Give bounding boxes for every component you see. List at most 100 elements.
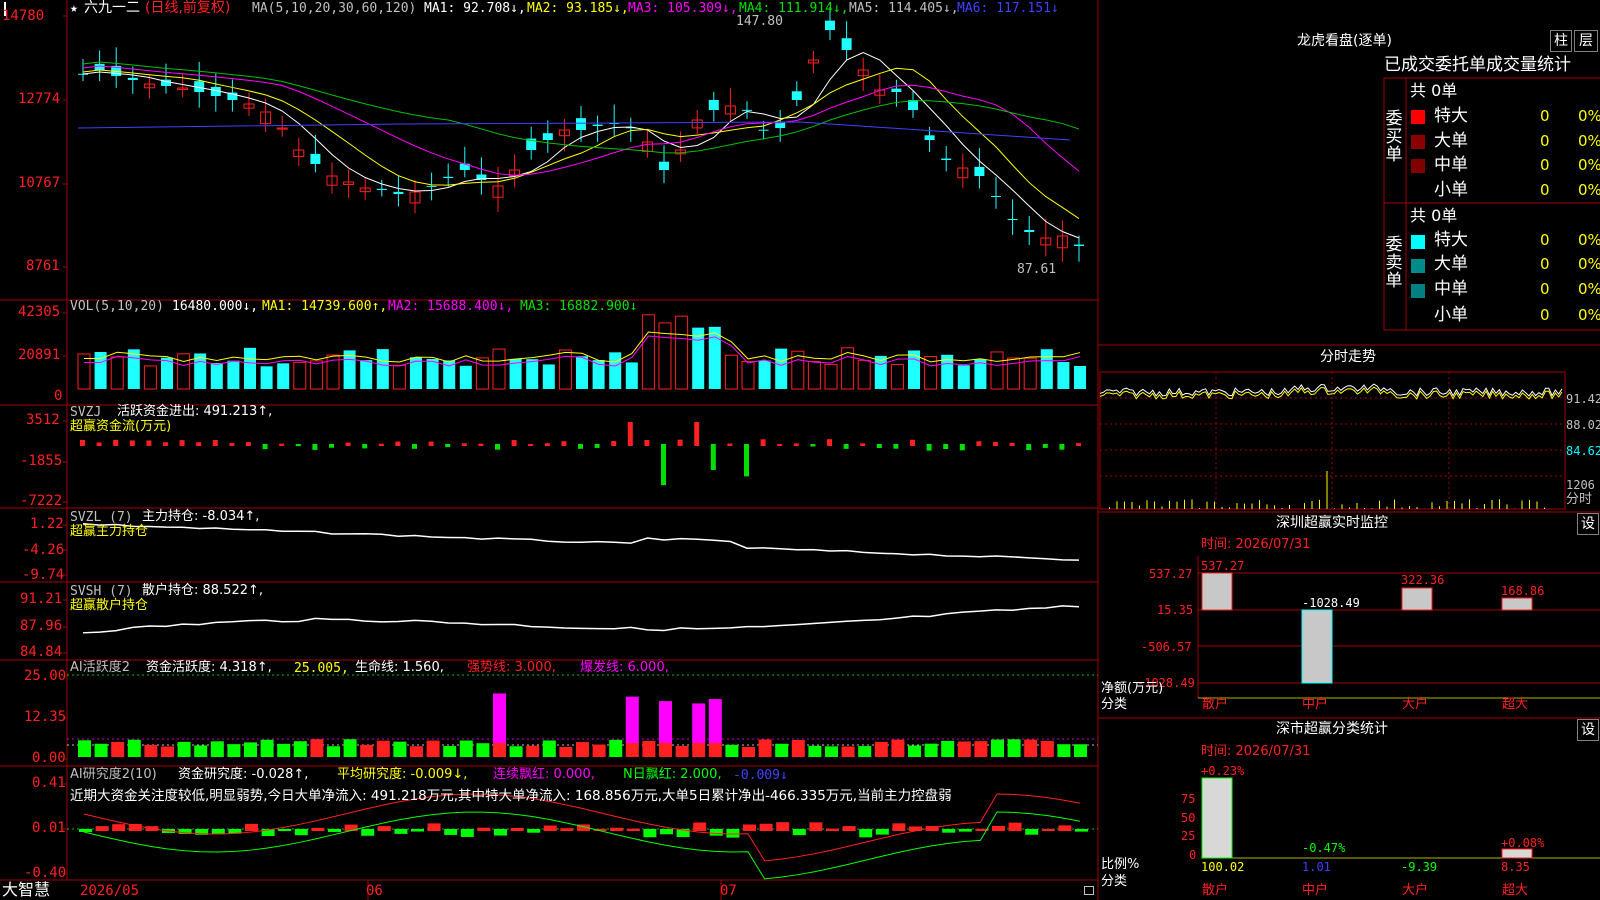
activity-bar: [1024, 739, 1038, 757]
vol-ma2: MA2: 15688.400↓,: [388, 299, 514, 314]
activity-bar: [957, 741, 971, 757]
volume-bar: [392, 364, 406, 390]
fl-cat: 超大: [1502, 883, 1529, 898]
activity-bar: [78, 740, 91, 757]
volume-bar: [558, 349, 572, 390]
sz-title: 深圳超赢实时监控: [1276, 515, 1388, 531]
activity-bar: [659, 743, 672, 757]
volume-bar: [957, 365, 970, 389]
row-percent: 0%: [1578, 306, 1600, 324]
ai1-axis-label: 25.00: [24, 668, 67, 684]
ai2-consecutive: 连续飘红: 0.000,: [493, 767, 595, 782]
row-percent: 0%: [1578, 181, 1600, 199]
research-bar: [311, 827, 325, 831]
research-bar: [112, 824, 126, 831]
research-bar: [693, 822, 707, 831]
flow-bar: [329, 444, 334, 448]
row-label: 小单: [1434, 305, 1468, 325]
flow-bar: [146, 440, 152, 446]
candle-down: [542, 133, 553, 140]
ai2-n-days: N日飘红: 2.000,: [623, 767, 722, 782]
legend-swatch: [1411, 284, 1425, 298]
flow-bar: [959, 444, 965, 451]
volume-bar: [857, 359, 871, 390]
volume-bar: [293, 361, 307, 390]
flow-bar: [661, 444, 666, 486]
svzj-axis-label: 3512: [26, 412, 60, 428]
flow-bar: [428, 441, 434, 446]
svzj-sub: 超赢资金流(万元): [70, 419, 172, 434]
flow-bar: [777, 443, 783, 446]
fl-ylabel: 比例%: [1101, 857, 1140, 872]
fl-settings-button[interactable]: 设: [1577, 719, 1599, 741]
sz-cat: 中户: [1302, 697, 1329, 712]
research-bar: [958, 829, 972, 832]
svzl-value: 主力持仓: -8.034↑,: [142, 509, 260, 524]
row-value: 0: [1540, 306, 1550, 324]
flow-bar: [710, 444, 716, 471]
row-value: 0: [1540, 156, 1550, 174]
vol-axis-label: 20891: [18, 347, 61, 363]
research-bar: [444, 829, 458, 835]
row-value: 0: [1540, 231, 1550, 249]
fl-axis-label: 0: [1189, 848, 1197, 862]
intraday-axis-label: 1206: [1566, 478, 1595, 492]
ai2-comment: 近期大资金关注度较低,明显弱势,今日大单净流入: 491.218万元,其中特大单…: [70, 788, 952, 804]
activity-bar: [642, 740, 656, 757]
sz-time: 时间: 2026/07/31: [1201, 537, 1311, 552]
volume-bar: [227, 360, 240, 389]
brand-logo[interactable]: 大智慧: [2, 881, 50, 899]
ai2-avg: 平均研究度: -0.009↓,: [337, 767, 468, 782]
activity-bar: [625, 696, 639, 743]
candle-down: [393, 191, 404, 194]
sz-settings-button[interactable]: 设: [1577, 513, 1599, 535]
research-bar: [1041, 828, 1055, 831]
volume-bar: [94, 351, 107, 389]
flow-bar: [727, 443, 733, 446]
fl-top-label: +0.23%: [1201, 764, 1245, 778]
candle-down: [991, 195, 1001, 197]
svzj-header: SVZJ: [70, 405, 102, 420]
research-bar: [992, 825, 1005, 831]
research-bar: [377, 826, 391, 831]
research-bar: [245, 823, 258, 831]
activity-bar: [692, 703, 706, 743]
sz-cat: 超大: [1502, 697, 1529, 712]
flow-bar: [378, 443, 384, 446]
flow-bar: [113, 439, 119, 446]
activity-bar: [277, 743, 291, 757]
volume-bar: [260, 366, 273, 389]
date-axis-label: 07: [720, 883, 737, 899]
ai1-strong-line: 强势线: 3.000,: [467, 660, 556, 675]
research-bar: [278, 829, 292, 832]
period-mode[interactable]: (日线,前复权): [145, 1, 230, 15]
volume-bar: [724, 354, 738, 390]
layer-view-button[interactable]: 层: [1574, 30, 1598, 52]
research-bar: [1025, 829, 1039, 835]
fl-axis-label: 50: [1181, 811, 1196, 825]
favorite-star-icon[interactable]: ★: [70, 2, 78, 16]
ai2-research: 资金研究度: -0.028↑,: [178, 767, 309, 782]
candle-down: [841, 38, 852, 50]
activity-bar: [426, 740, 440, 757]
research-bar: [726, 829, 740, 838]
activity-bar: [111, 741, 125, 757]
volume-bar: [459, 365, 472, 389]
activity-bar: [708, 699, 722, 743]
activity-bar: [293, 741, 307, 757]
flow-bar: [943, 444, 949, 449]
fl-axis-label: 25: [1181, 829, 1196, 843]
activity-bar: [808, 745, 822, 757]
ai2-axis-label: -0.40: [24, 865, 67, 881]
row-value: 0: [1540, 181, 1550, 199]
lock-icon[interactable]: [1084, 886, 1094, 895]
flow-bar: [163, 442, 168, 446]
flow-bar: [246, 442, 251, 446]
activity-bar: [542, 740, 556, 757]
chart-canvas[interactable]: [0, 0, 1600, 900]
stats-tab[interactable]: 已成交委托单成交量统计: [1384, 56, 1571, 75]
bar-view-button[interactable]: 柱: [1550, 30, 1572, 52]
vol-header: VOL(5,10,20): [70, 299, 164, 314]
candle-down: [891, 88, 902, 92]
volume-bar: [824, 363, 838, 390]
